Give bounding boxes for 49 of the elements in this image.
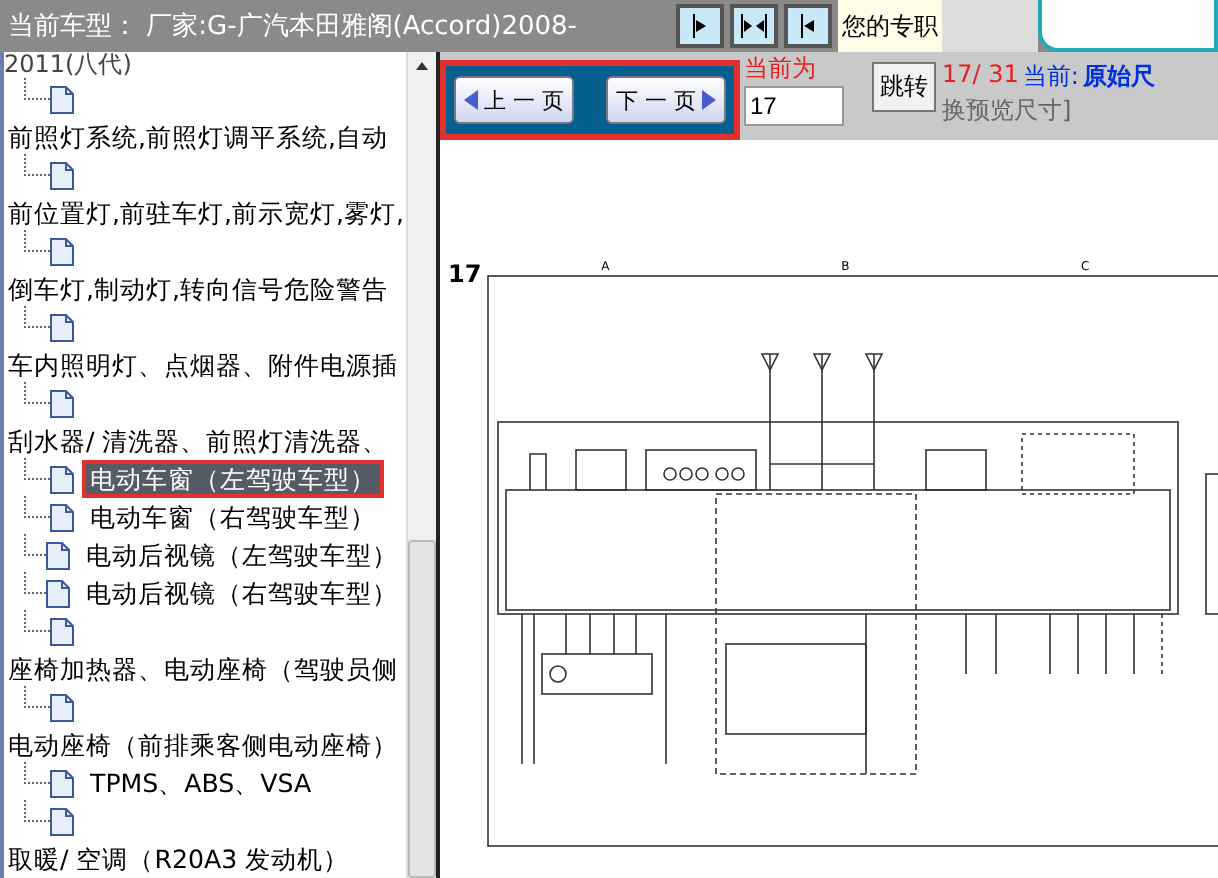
document-icon[interactable] — [50, 85, 74, 113]
document-icon[interactable] — [50, 503, 74, 531]
document-icon[interactable] — [46, 579, 71, 607]
scrollbar[interactable] — [406, 52, 436, 878]
tree-item[interactable]: 电动车窗（左驾驶车型） — [82, 460, 384, 498]
arrow-left-button[interactable] — [784, 4, 832, 48]
size-hint: 换预览尺寸] — [942, 94, 1074, 128]
jump-button[interactable]: 跳转 — [872, 62, 936, 112]
arrow-right-icon — [702, 90, 716, 110]
arrow-left-icon — [464, 90, 478, 110]
page-prompt: 当前为 — [744, 52, 818, 86]
tree-item[interactable]: 电动后视镜（左驾驶车型） — [78, 536, 407, 574]
arrow-left-icon — [798, 14, 818, 38]
cartoon-placeholder — [942, 0, 1038, 52]
page-input-field[interactable]: 17 — [744, 86, 844, 126]
document-icon[interactable] — [50, 807, 74, 835]
previous-page-button[interactable]: 上 一 页 — [454, 76, 574, 124]
document-icon[interactable] — [50, 465, 74, 493]
window-title: 当前车型： 厂家:G-广汽本田雅阁(Accord)2008- — [6, 10, 579, 44]
next-page-button[interactable]: 下 一 页 — [606, 76, 726, 124]
arrow-right-button[interactable] — [676, 4, 724, 48]
arrow-right-icon — [690, 14, 710, 38]
tree-item[interactable]: 电动后视镜（右驾驶车型） — [78, 574, 407, 612]
tree-item[interactable]: 电动车窗（右驾驶车型） — [82, 498, 384, 536]
split-arrows-icon — [740, 14, 768, 38]
document-icon[interactable] — [50, 617, 74, 645]
window-title: 2011(八代) — [4, 52, 134, 80]
promo-text: 您的专职 — [838, 0, 942, 52]
current-label: 当前: — [1022, 60, 1079, 94]
document-icon[interactable] — [50, 161, 74, 189]
split-view-button[interactable] — [730, 4, 778, 48]
tree-folder-label[interactable]: 倒车灯,制动灯,转向信号危险警告 — [4, 270, 407, 308]
tree-folder-label[interactable]: 取暖/ 空调（R20A3 发动机） — [4, 840, 407, 878]
page-number: 17 — [448, 260, 482, 292]
tree-folder-label[interactable]: 座椅加热器、电动座椅（驾驶员侧 — [4, 650, 407, 688]
tree-folder-label[interactable]: 刮水器/ 清洗器、前照灯清洗器、 — [4, 422, 407, 460]
tree-folder-label[interactable]: 车内照明灯、点烟器、附件电源插 — [4, 346, 407, 384]
document-icon[interactable] — [50, 313, 74, 341]
document-icon[interactable] — [46, 541, 71, 569]
current-size-link[interactable]: 原始尺 — [1082, 60, 1155, 94]
tree-folder-label[interactable]: 前照灯系统,前照灯调平系统,自动 — [4, 118, 407, 156]
tree-folder-label[interactable]: 前位置灯,前驻车灯,前示宽灯,雾灯, — [4, 194, 407, 232]
tree-item[interactable]: TPMS、ABS、VSA — [82, 764, 320, 802]
page-count: 17/ 31 — [942, 60, 1019, 92]
document-icon[interactable] — [50, 389, 74, 417]
tree-folder-label[interactable]: 电动座椅（前排乘客侧电动座椅） — [4, 726, 407, 764]
document-icon[interactable] — [50, 693, 74, 721]
document-icon[interactable] — [50, 237, 74, 265]
document-icon[interactable] — [50, 769, 74, 797]
